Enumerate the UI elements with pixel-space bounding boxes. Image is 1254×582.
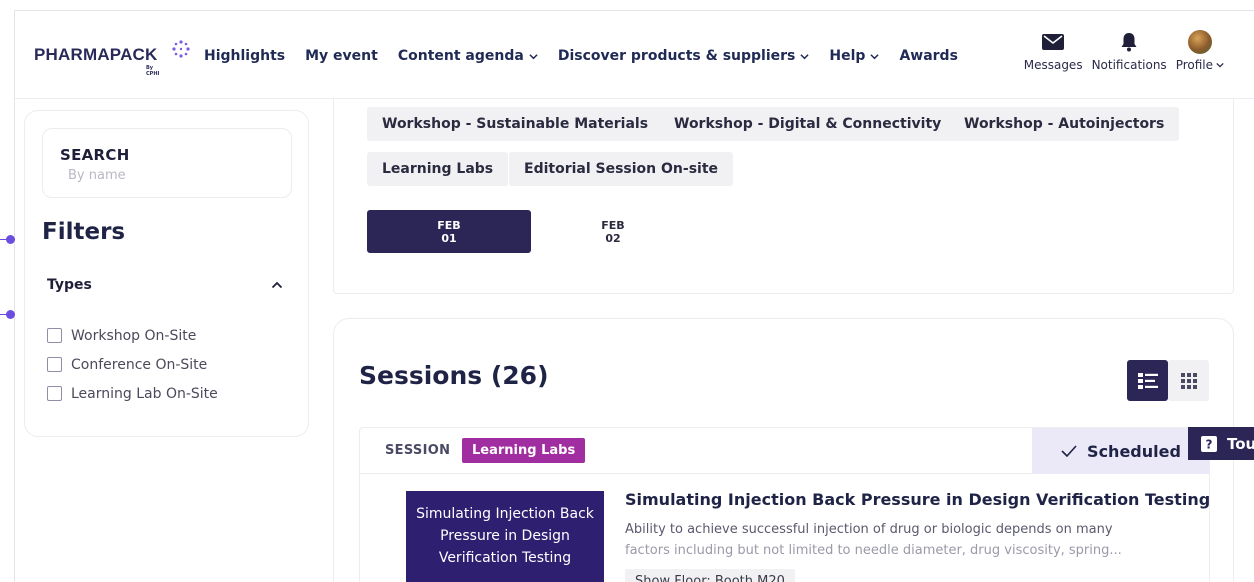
brand-logo[interactable]: PHARMAPACK By CPHI <box>34 40 190 77</box>
list-view-icon <box>1137 372 1158 389</box>
chevron-down-icon <box>800 53 809 59</box>
type-filter-conference[interactable]: Conference On-Site <box>47 350 218 379</box>
search-label: SEARCH <box>60 146 130 164</box>
sparkle-icon <box>172 40 190 58</box>
brand-sub: By CPHI <box>146 65 160 77</box>
list-view-button[interactable] <box>1127 360 1168 401</box>
session-thumbnail[interactable]: Simulating Injection Back Pressure in De… <box>406 491 604 582</box>
category-tags-panel: Workshop - Sustainable Materials Worksho… <box>333 99 1234 294</box>
profile-button[interactable]: Profile <box>1176 29 1224 72</box>
svg-text:?: ? <box>1206 437 1213 451</box>
nav-content-agenda[interactable]: Content agenda <box>398 48 538 64</box>
timeline-dot <box>6 310 15 319</box>
view-toggle <box>1127 360 1209 401</box>
nav-help[interactable]: Help <box>829 48 880 64</box>
thumbnail-line: Pressure in Design <box>440 528 570 544</box>
search-box: SEARCH <box>42 128 292 198</box>
nav-label: Discover products & suppliers <box>557 48 796 64</box>
search-input[interactable] <box>60 168 260 183</box>
avatar <box>1187 30 1212 54</box>
timeline-dot <box>6 235 15 244</box>
header-utilities: Messages Notifications Profile <box>1024 29 1224 72</box>
session-card-header: SESSION Learning Labs Scheduled <box>360 428 1210 474</box>
types-checkbox-list: Workshop On-Site Conference On-Site Lear… <box>47 321 218 408</box>
session-kind: SESSION <box>385 443 451 458</box>
chevron-up-icon <box>271 281 283 289</box>
nav-label: Content agenda <box>397 48 524 64</box>
date-month: FEB <box>601 218 625 232</box>
envelope-icon <box>1042 34 1065 50</box>
date-tab-feb-02[interactable]: FEB 02 <box>531 210 695 253</box>
grid-view-icon <box>1180 372 1197 389</box>
thumbnail-line: Verification Testing <box>438 550 572 566</box>
scheduled-label: Scheduled <box>1087 441 1181 461</box>
checkbox[interactable] <box>47 357 62 372</box>
tag-workshop-sustainable[interactable]: Workshop - Sustainable Materials <box>367 107 664 141</box>
sessions-panel: Sessions (26) SESSION Learning Labs Sche… <box>333 318 1234 582</box>
bell-icon <box>1121 33 1137 52</box>
filter-sidebar: SEARCH Filters Types Workshop On-Site Co… <box>24 110 309 437</box>
types-accordion-toggle[interactable]: Types <box>47 277 283 293</box>
tag-workshop-digital[interactable]: Workshop - Digital & Connectivity <box>659 107 957 141</box>
nav-label: Help <box>829 48 866 64</box>
chevron-down-icon <box>870 53 880 59</box>
nav-my-event[interactable]: My event <box>305 48 378 64</box>
profile-label: Profile <box>1176 58 1224 72</box>
scheduled-button[interactable]: Scheduled <box>1032 428 1210 474</box>
brand-name: PHARMAPACK <box>34 45 158 64</box>
session-title[interactable]: Simulating Injection Back Pressure in De… <box>625 490 1210 509</box>
checkbox[interactable] <box>47 386 62 401</box>
notifications-label: Notifications <box>1091 58 1167 72</box>
description-line: Ability to achieve successful injection … <box>625 522 1113 537</box>
nav-highlights[interactable]: Highlights <box>204 48 285 64</box>
thumbnail-line: Simulating Injection Back <box>416 506 594 522</box>
nav-discover-products[interactable]: Discover products & suppliers <box>558 48 810 64</box>
check-icon <box>1061 445 1077 457</box>
date-day: 02 <box>605 231 621 245</box>
messages-label: Messages <box>1023 58 1083 72</box>
nav-awards[interactable]: Awards <box>899 48 957 64</box>
tour-button[interactable]: ? Tou <box>1188 427 1254 460</box>
date-day: 01 <box>441 231 457 245</box>
checkbox-label: Conference On-Site <box>71 356 208 373</box>
filters-title: Filters <box>42 219 126 245</box>
session-category-badge: Learning Labs <box>462 438 586 463</box>
sessions-title: Sessions (26) <box>359 361 549 390</box>
chevron-down-icon <box>529 53 538 59</box>
nav-label: My event <box>305 48 378 64</box>
nav-label: Awards <box>899 48 958 64</box>
tag-learning-labs[interactable]: Learning Labs <box>367 152 509 186</box>
tag-editorial-session[interactable]: Editorial Session On-site <box>509 152 734 186</box>
types-label: Types <box>47 277 92 293</box>
session-description: Ability to achieve successful injection … <box>625 519 1170 561</box>
top-header: PHARMAPACK By CPHI Highlights My event C… <box>15 11 1254 99</box>
notifications-button[interactable]: Notifications <box>1092 29 1167 72</box>
checkbox-label: Learning Lab On-Site <box>71 385 218 402</box>
tour-label: Tou <box>1227 434 1254 453</box>
description-line: factors including but not limited to nee… <box>625 543 1122 558</box>
checkbox-label: Workshop On-Site <box>71 327 197 344</box>
checkbox[interactable] <box>47 328 62 343</box>
profile-text: Profile <box>1175 58 1213 72</box>
type-filter-workshop[interactable]: Workshop On-Site <box>47 321 218 350</box>
date-month: FEB <box>437 218 461 232</box>
date-tab-feb-01[interactable]: FEB 01 <box>367 210 531 253</box>
chevron-down-icon <box>1216 62 1224 68</box>
type-filter-learning-lab[interactable]: Learning Lab On-Site <box>47 379 218 408</box>
tag-workshop-autoinjectors[interactable]: Workshop - Autoinjectors <box>949 107 1180 141</box>
session-location: Show Floor: Booth M20 <box>625 569 795 582</box>
help-question-icon: ? <box>1201 435 1217 452</box>
messages-button[interactable]: Messages <box>1024 29 1083 72</box>
nav-label: Highlights <box>204 48 286 64</box>
session-card[interactable]: SESSION Learning Labs Scheduled Simulati… <box>359 427 1210 582</box>
grid-view-button[interactable] <box>1168 360 1209 401</box>
main-nav: Highlights My event Content agenda Disco… <box>204 48 958 64</box>
